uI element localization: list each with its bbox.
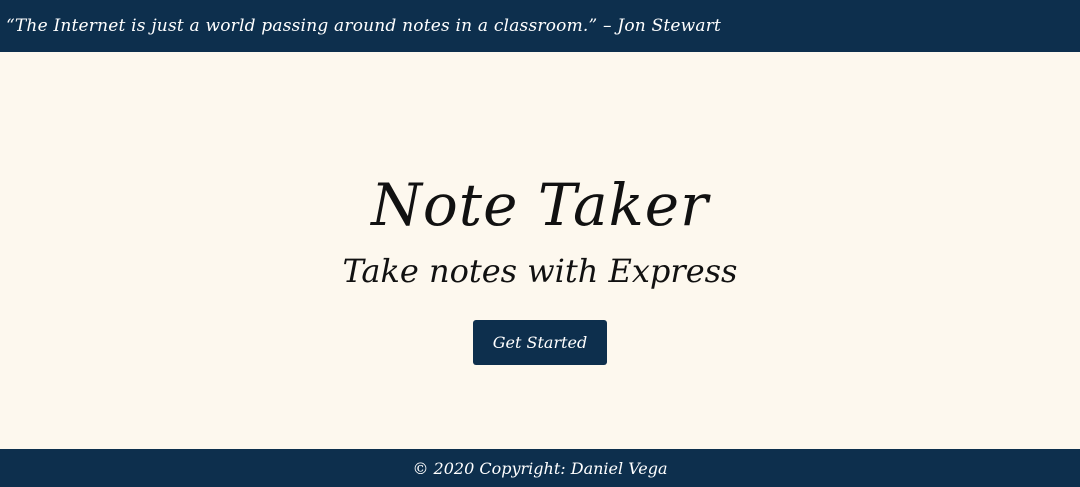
get-started-button[interactable]: Get Started	[473, 320, 607, 365]
page: “The Internet is just a world passing ar…	[0, 0, 1080, 487]
page-title: Note Taker	[371, 171, 709, 239]
navbar-quote: “The Internet is just a world passing ar…	[6, 16, 722, 36]
footer-copyright: © 2020 Copyright: Daniel Vega	[412, 458, 668, 478]
top-navbar: “The Internet is just a world passing ar…	[0, 0, 1080, 52]
page-subtitle: Take notes with Express	[342, 252, 738, 290]
footer: © 2020 Copyright: Daniel Vega	[0, 449, 1080, 487]
hero-section: Note Taker Take notes with Express Get S…	[0, 52, 1080, 449]
